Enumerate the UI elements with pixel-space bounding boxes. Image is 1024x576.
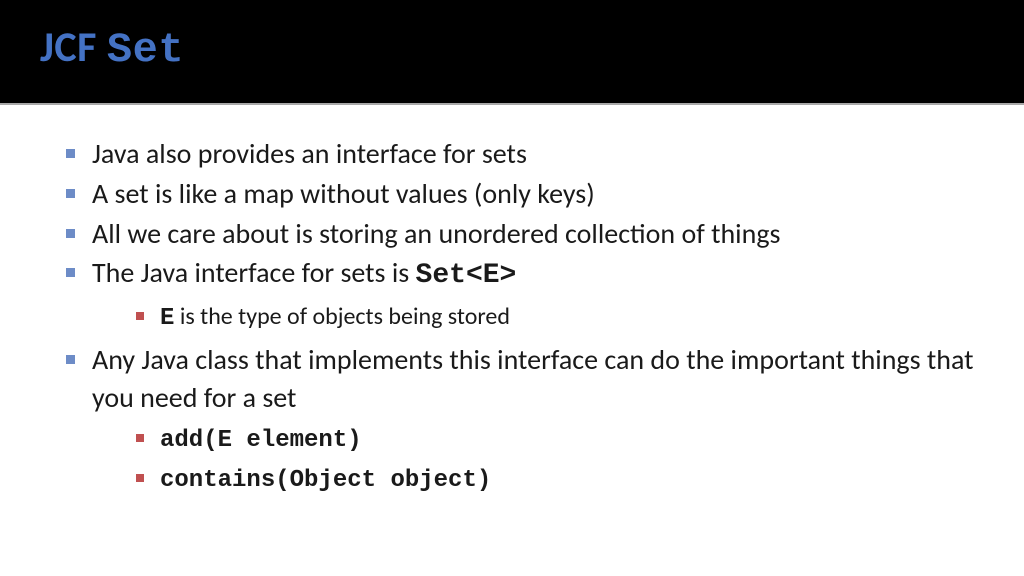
title-code: Set [107,26,184,74]
code-text: add(E element) [160,427,362,454]
code-text: contains(Object object) [160,467,491,494]
list-item: All we care about is storing an unordere… [60,215,984,253]
list-item: Java also provides an interface for sets [60,135,984,173]
inline-code: E [160,305,174,332]
inline-code: Set<E> [416,260,517,291]
bullet-text-prefix: The Java interface for sets is [92,255,416,290]
bullet-text: All we care about is storing an unordere… [92,216,780,251]
slide-title: JCF Set [40,22,984,74]
bullet-text: A set is like a map without values (only… [92,176,595,211]
list-item: contains(Object object) [132,461,984,499]
slide-content: Java also provides an interface for sets… [0,105,1024,499]
bullet-text: Java also provides an interface for sets [92,136,527,171]
list-item: The Java interface for sets is Set<E> E … [60,254,984,337]
sub-bullet-list: add(E element) contains(Object object) [92,421,984,499]
list-item: E is the type of objects being stored [132,299,984,337]
bullet-list: Java also provides an interface for sets… [60,135,984,499]
slide-header: JCF Set [0,0,1024,105]
title-prefix: JCF [40,22,107,73]
list-item: add(E element) [132,421,984,459]
list-item: A set is like a map without values (only… [60,175,984,213]
sub-bullet-list: E is the type of objects being stored [92,299,984,337]
bullet-text: Any Java class that implements this inte… [92,342,974,415]
list-item: Any Java class that implements this inte… [60,341,984,499]
bullet-text-rest: is the type of objects being stored [174,302,510,331]
